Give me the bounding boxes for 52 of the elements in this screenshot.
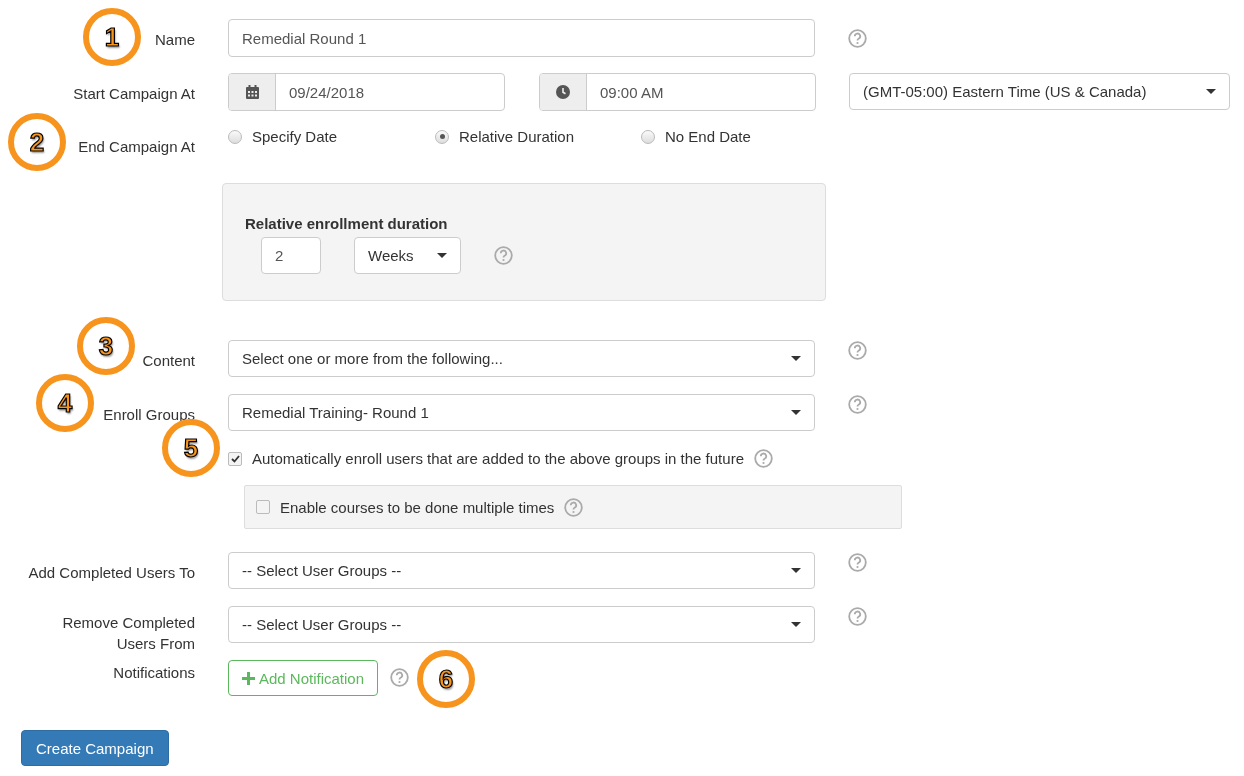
- checkbox[interactable]: [228, 451, 242, 466]
- help-icon[interactable]: [494, 246, 513, 265]
- panel-title: Relative enrollment duration: [245, 215, 449, 232]
- name-field[interactable]: Remedial Round 1: [228, 19, 815, 57]
- help-icon[interactable]: [848, 607, 867, 626]
- timezone-select[interactable]: (GMT-05:00) Eastern Time (US & Canada): [849, 73, 1230, 110]
- checkbox-option[interactable]: Enable courses to be done multiple times: [256, 497, 584, 517]
- date-field[interactable]: 09/24/2018: [228, 73, 505, 111]
- caret-icon: [791, 356, 801, 361]
- groups-select[interactable]: Remedial Training- Round 1: [228, 394, 815, 431]
- radio-option[interactable]: Relative Duration: [435, 128, 641, 145]
- radio-button[interactable]: [228, 129, 242, 144]
- field-label: End Campaign At: [78, 138, 195, 155]
- radio-button[interactable]: [435, 129, 449, 144]
- time-field[interactable]: 09:00 AM: [539, 73, 816, 111]
- duration-field[interactable]: 2: [261, 237, 321, 274]
- caret-icon: [437, 253, 447, 258]
- field-label: Add Completed Users To: [27, 563, 195, 583]
- radio-button[interactable]: [641, 129, 655, 144]
- field-label: Remove Completed Users From: [61, 613, 195, 654]
- help-icon[interactable]: [848, 395, 867, 414]
- caret-icon: [1206, 89, 1216, 94]
- field-label: Name: [155, 31, 195, 48]
- help-icon[interactable]: [848, 341, 867, 360]
- caret-icon: [791, 622, 801, 627]
- user-groups-select[interactable]: -- Select User Groups --: [228, 552, 815, 589]
- step-number-callout: 4: [36, 374, 94, 432]
- create-campaign-button[interactable]: Create Campaign: [21, 730, 169, 766]
- clock-icon: [556, 85, 570, 99]
- step-number-callout: 2: [8, 113, 66, 171]
- field-label: Start Campaign At: [72, 84, 195, 104]
- field-label: Notifications: [112, 663, 195, 683]
- step-number-callout: 6: [417, 650, 475, 708]
- field-label: Content: [142, 352, 195, 369]
- checkbox[interactable]: [256, 500, 270, 514]
- help-icon[interactable]: [390, 668, 410, 687]
- help-icon[interactable]: [848, 553, 867, 572]
- user-groups-select[interactable]: -- Select User Groups --: [228, 606, 815, 643]
- calendar-icon: [245, 85, 259, 99]
- help-icon[interactable]: [564, 497, 584, 517]
- help-icon[interactable]: [753, 449, 773, 468]
- content-select[interactable]: Select one or more from the following...: [228, 340, 815, 377]
- radio-option[interactable]: Specify Date: [228, 128, 435, 145]
- radio-option[interactable]: No End Date: [641, 128, 751, 145]
- caret-icon: [791, 568, 801, 573]
- help-icon[interactable]: [848, 29, 867, 48]
- step-number-callout: 3: [77, 317, 135, 375]
- checkbox-option[interactable]: Automatically enroll users that are added to the above groups in the future: [228, 449, 773, 468]
- caret-icon: [791, 410, 801, 415]
- plus-icon: [242, 671, 255, 685]
- unit-select[interactable]: Weeks: [354, 237, 461, 274]
- step-number-callout: 1: [83, 8, 141, 66]
